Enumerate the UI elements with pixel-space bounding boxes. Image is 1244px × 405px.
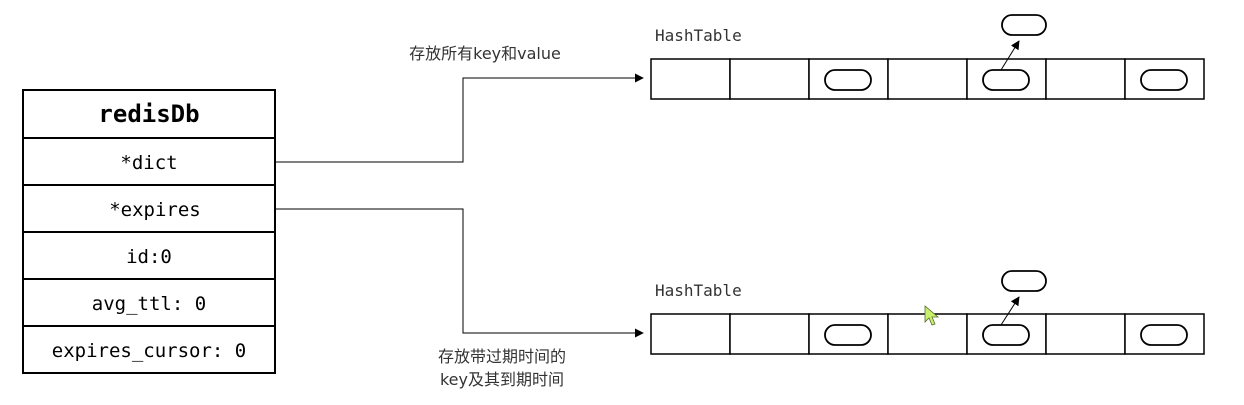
redis-db-diagram: redisDb *dict *expires id:0 avg_ttl: 0 e… bbox=[22, 14, 1205, 389]
dict-connector-arrow bbox=[275, 73, 644, 163]
hash-table-bucket bbox=[650, 58, 731, 100]
dict-annotation: 存放所有key和value bbox=[409, 44, 561, 63]
chained-entry-node bbox=[1001, 270, 1047, 292]
field-avg-ttl: avg_ttl: 0 bbox=[92, 293, 206, 315]
field-expires: *expires bbox=[109, 199, 201, 221]
hash-table-bucket bbox=[887, 58, 968, 100]
struct-title: redisDb bbox=[98, 100, 199, 128]
entry-node bbox=[982, 69, 1030, 91]
field-expires-cursor: expires_cursor: 0 bbox=[52, 340, 246, 362]
hash-table-bucket bbox=[650, 313, 731, 355]
expires-connector-arrow bbox=[275, 208, 644, 338]
hash-tables: HashTable HashTable bbox=[650, 14, 1205, 355]
hash-table-bucket bbox=[729, 313, 810, 355]
hash-table: HashTable bbox=[650, 14, 1205, 100]
field-dict: *dict bbox=[120, 152, 177, 174]
entry-node bbox=[982, 324, 1030, 346]
expires-annotation-line1: 存放带过期时间的 bbox=[438, 347, 566, 366]
hash-table-label: HashTable bbox=[655, 281, 742, 300]
entry-node bbox=[1140, 324, 1188, 346]
entry-node bbox=[824, 324, 872, 346]
hash-table-bucket bbox=[1045, 58, 1126, 100]
redisdb-struct: redisDb *dict *expires id:0 avg_ttl: 0 e… bbox=[22, 89, 276, 374]
hash-table-bucket bbox=[1045, 313, 1126, 355]
chained-entry-node bbox=[1001, 14, 1047, 36]
field-id: id:0 bbox=[126, 246, 172, 268]
expires-annotation-line2: key及其到期时间 bbox=[440, 370, 564, 389]
entry-node bbox=[824, 69, 872, 91]
hash-table-bucket bbox=[729, 58, 810, 100]
entry-node bbox=[1140, 69, 1188, 91]
hash-table-label: HashTable bbox=[655, 26, 742, 45]
